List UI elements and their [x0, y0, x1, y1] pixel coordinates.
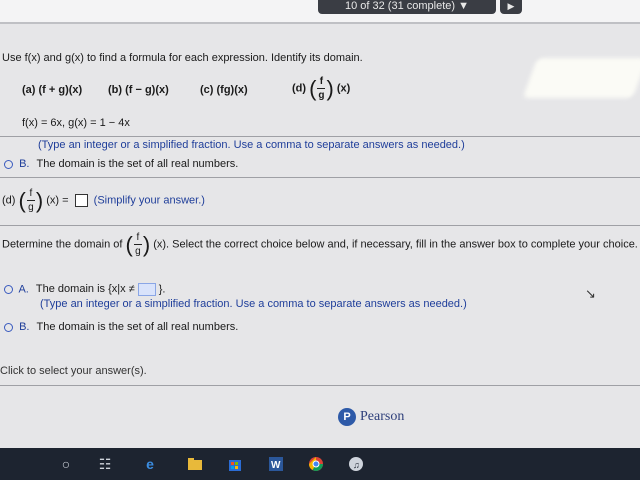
- next-question-button[interactable]: ▶: [500, 0, 522, 14]
- svg-text:♫: ♫: [353, 460, 360, 470]
- edge-icon[interactable]: e: [142, 456, 158, 472]
- function-definitions: f(x) = 6x, g(x) = 1 − 4x: [22, 117, 130, 129]
- choice-a-hint: (Type an integer or a simplified fractio…: [40, 298, 467, 310]
- divider: [0, 177, 640, 178]
- fraction-f-over-g: ( fg ): [125, 231, 151, 257]
- divider: [0, 136, 640, 137]
- fraction-f-over-g: ( fg ): [18, 187, 44, 213]
- chrome-icon[interactable]: [308, 456, 324, 472]
- word-icon[interactable]: W: [268, 456, 284, 472]
- windows-taskbar: ○ ☷ e W ♫: [0, 448, 640, 480]
- part-d-question: (d) ( fg ) (x) = (Simplify your answer.): [2, 187, 205, 213]
- task-view-icon[interactable]: ☷: [97, 456, 113, 472]
- cortana-icon[interactable]: ○: [58, 456, 74, 472]
- part-a: (a) (f + g)(x): [22, 84, 83, 96]
- divider: [0, 225, 640, 226]
- domain-exclusion-input[interactable]: [137, 283, 156, 296]
- progress-indicator[interactable]: 10 of 32 (31 complete) ▼: [318, 0, 496, 14]
- file-explorer-icon[interactable]: [187, 456, 203, 472]
- part-b: (b) (f − g)(x): [108, 84, 169, 96]
- choice-a[interactable]: A. The domain is {x|x ≠}.: [4, 283, 165, 296]
- choice-b[interactable]: B. The domain is the set of all real num…: [4, 321, 238, 333]
- radio-button[interactable]: [4, 322, 13, 332]
- mouse-cursor-icon: ↘: [585, 286, 596, 301]
- previous-choice-b[interactable]: B. The domain is the set of all real num…: [4, 158, 238, 170]
- media-icon[interactable]: ♫: [348, 456, 364, 472]
- store-icon[interactable]: [227, 456, 243, 472]
- divider: [0, 385, 640, 386]
- answer-input[interactable]: [74, 194, 88, 207]
- pearson-logo: P Pearson: [338, 408, 404, 426]
- top-toolbar: 10 of 32 (31 complete) ▼ ▶: [0, 0, 640, 22]
- radio-button[interactable]: [4, 285, 13, 294]
- domain-prompt: Determine the domain of ( fg ) (x). Sele…: [2, 231, 638, 257]
- svg-text:W: W: [271, 460, 281, 471]
- pearson-icon: P: [338, 408, 356, 426]
- footer-hint: Click to select your answer(s).: [0, 365, 147, 377]
- part-d: (d) ( fg ) (x): [292, 75, 351, 101]
- divider: [0, 22, 640, 24]
- screen-glare: [522, 58, 640, 98]
- radio-button[interactable]: [4, 159, 13, 169]
- part-c: (c) (fg)(x): [200, 84, 248, 96]
- instructions: Use f(x) and g(x) to find a formula for …: [2, 52, 363, 64]
- previous-hint: (Type an integer or a simplified fractio…: [38, 139, 465, 151]
- fraction-f-over-g: ( fg ): [309, 75, 334, 101]
